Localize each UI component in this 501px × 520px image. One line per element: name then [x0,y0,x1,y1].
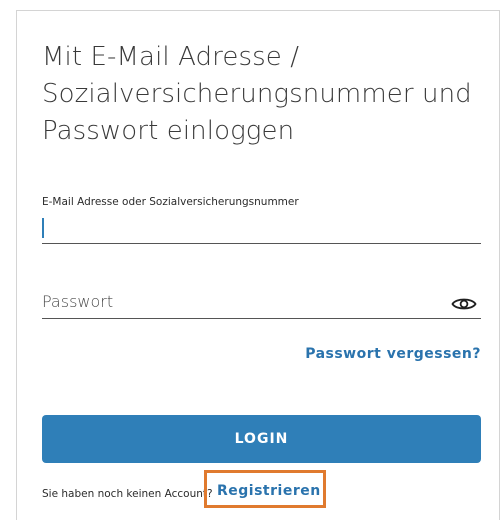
email-field[interactable] [42,213,481,243]
email-field-container [42,213,481,244]
text-caret [42,218,44,238]
register-link[interactable]: Registrieren [216,483,321,499]
password-field[interactable] [42,284,442,318]
eye-icon[interactable] [451,296,477,312]
login-button[interactable]: LOGIN [42,415,481,463]
page-title: Mit E-Mail Adresse / Sozialversicherungs… [42,42,472,146]
no-account-text: Sie haben noch keinen Account? [42,488,213,500]
email-field-label: E-Mail Adresse oder Sozialversicherungsn… [42,196,299,208]
password-field-container [42,284,481,319]
forgot-password-link[interactable]: Passwort vergessen? [305,346,481,362]
